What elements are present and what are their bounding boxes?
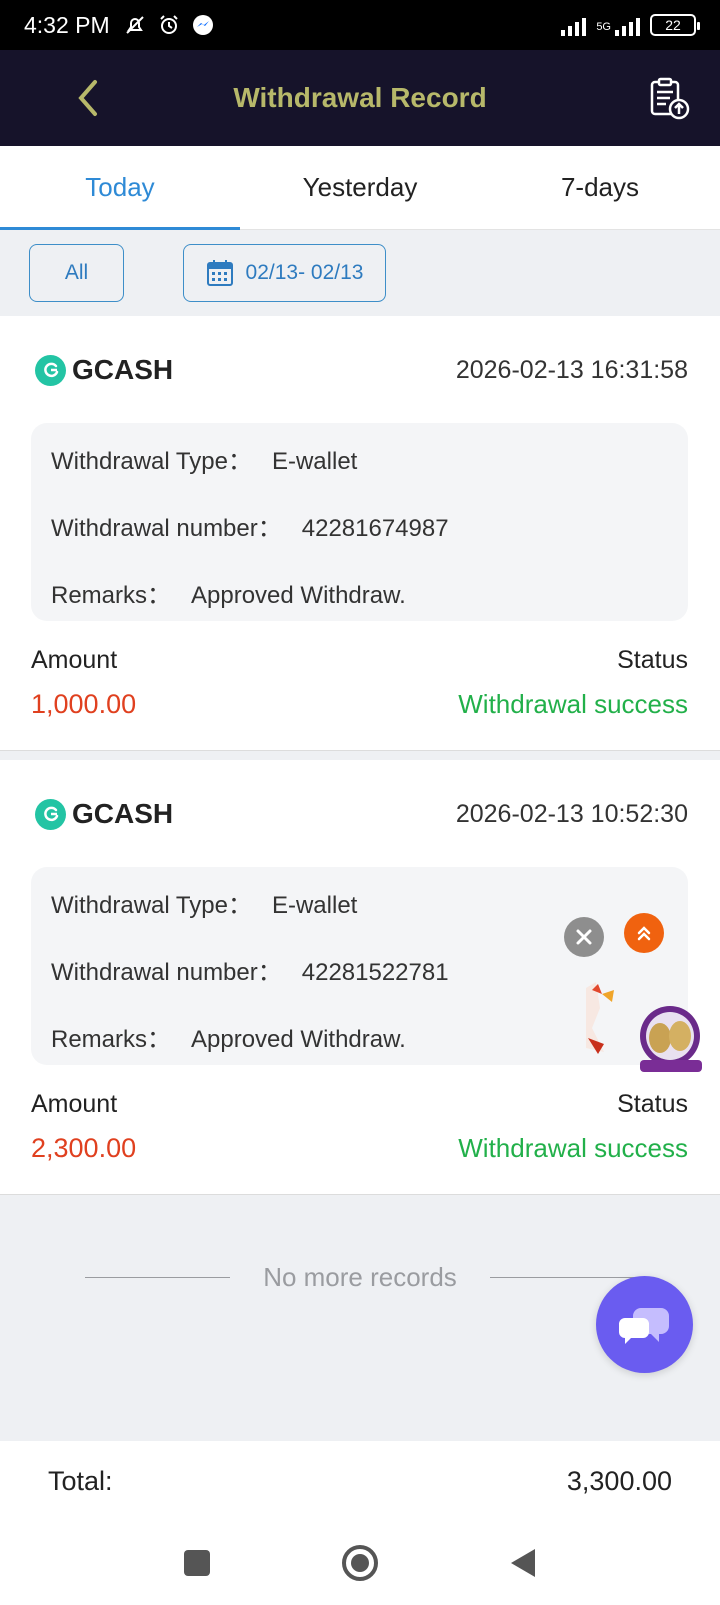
filter-all-button[interactable]: All (29, 244, 124, 302)
record-card[interactable]: GCASH 2026-02-13 16:31:58 Withdrawal Typ… (0, 316, 720, 751)
record-header: GCASH 2026-02-13 16:31:58 (35, 350, 688, 390)
date-tabs: Today Yesterday 7-days (0, 146, 720, 230)
filter-bar: All 02/13- 02/13 (0, 230, 720, 316)
system-nav-bar (0, 1521, 720, 1605)
withdrawal-type-row: Withdrawal Type： E-wallet (51, 441, 357, 476)
back-chevron-icon (78, 80, 97, 116)
withdrawal-type-row: Withdrawal Type： E-wallet (51, 885, 357, 920)
withdrawal-number-label: Withdrawal number： (51, 515, 282, 542)
provider-name: GCASH (72, 798, 174, 829)
amount-label: Amount (31, 1090, 118, 1118)
record-details: Withdrawal Type： E-wallet Withdrawal numb… (31, 423, 688, 621)
alarm-icon (154, 10, 184, 40)
signal-5g-icon (615, 14, 640, 36)
gcash-icon (35, 798, 66, 830)
withdrawal-number-value: 42281674987 (301, 515, 449, 542)
total-value: 3,300.00 (566, 1465, 672, 1496)
page-title: Withdrawal Record (233, 82, 487, 113)
tab-7-days[interactable]: 7-days (480, 146, 720, 229)
remarks-value: Approved Withdraw. (191, 582, 406, 609)
back-button[interactable] (64, 74, 112, 122)
bell-off-icon (120, 10, 150, 40)
nav-square-icon[interactable] (183, 1549, 211, 1577)
total-label: Total: (48, 1465, 113, 1496)
amount-value: 1,000.00 (31, 689, 137, 719)
withdrawal-number-value: 42281522781 (301, 959, 449, 986)
calendar-icon (206, 260, 233, 286)
status-label: Status (617, 1090, 688, 1118)
withdrawal-type-value: E-wallet (271, 448, 358, 475)
remarks-row: Remarks： Approved Withdraw. (51, 575, 406, 610)
status-value: Withdrawal success (458, 689, 688, 719)
status-label: Status (617, 646, 688, 674)
tab-today[interactable]: Today (0, 146, 240, 230)
gcash-icon (35, 354, 66, 386)
promo-mascot-icon (586, 982, 702, 1072)
chat-icon (618, 1307, 669, 1344)
messenger-icon (188, 10, 218, 40)
tab-yesterday[interactable]: Yesterday (240, 146, 480, 229)
report-button[interactable] (644, 74, 694, 124)
record-datetime: 2026-02-13 16:31:58 (455, 355, 688, 384)
double-chevron-up-icon (637, 926, 651, 941)
provider-name: GCASH (72, 354, 174, 385)
remarks-label: Remarks： (51, 582, 172, 609)
network-type: 5G (596, 21, 611, 33)
app-header: Withdrawal Record (0, 50, 720, 146)
nav-back-icon[interactable] (509, 1547, 537, 1579)
nav-home-icon[interactable] (341, 1544, 379, 1582)
close-icon (576, 929, 592, 945)
withdrawal-number-label: Withdrawal number： (51, 959, 282, 986)
battery-level: 22 (665, 17, 681, 33)
amount-label: Amount (31, 646, 118, 674)
remarks-value: Approved Withdraw. (191, 1026, 406, 1053)
withdrawal-type-label: Withdrawal Type： (51, 892, 252, 919)
promo-banner[interactable] (582, 978, 702, 1078)
remarks-label: Remarks： (51, 1026, 172, 1053)
divider-line (490, 1277, 635, 1278)
promo-close-button[interactable] (564, 917, 604, 957)
withdrawal-number-row: Withdrawal number： 42281674987 (51, 508, 449, 543)
remarks-row: Remarks： Approved Withdraw. (51, 1019, 406, 1054)
record-header: GCASH 2026-02-13 10:52:30 (35, 794, 688, 834)
withdrawal-type-label: Withdrawal Type： (51, 448, 252, 475)
record-datetime: 2026-02-13 10:52:30 (455, 799, 688, 828)
status-value: Withdrawal success (458, 1133, 688, 1163)
battery-icon: 22 (650, 14, 700, 36)
signal-icon (561, 14, 587, 36)
status-bar: 4:32 PM 5G 22 (0, 0, 720, 50)
withdrawal-number-row: Withdrawal number： 42281522781 (51, 952, 449, 987)
chat-button[interactable] (596, 1276, 693, 1373)
report-upload-icon (650, 77, 690, 120)
withdrawal-type-value: E-wallet (271, 892, 358, 919)
date-range-button[interactable]: 02/13- 02/13 (183, 244, 386, 302)
status-time: 4:32 PM (24, 11, 110, 38)
promo-expand-button[interactable] (624, 913, 664, 953)
total-bar: Total: 3,300.00 (0, 1441, 720, 1521)
amount-value: 2,300.00 (31, 1133, 137, 1163)
date-range-label: 02/13- 02/13 (245, 261, 364, 284)
